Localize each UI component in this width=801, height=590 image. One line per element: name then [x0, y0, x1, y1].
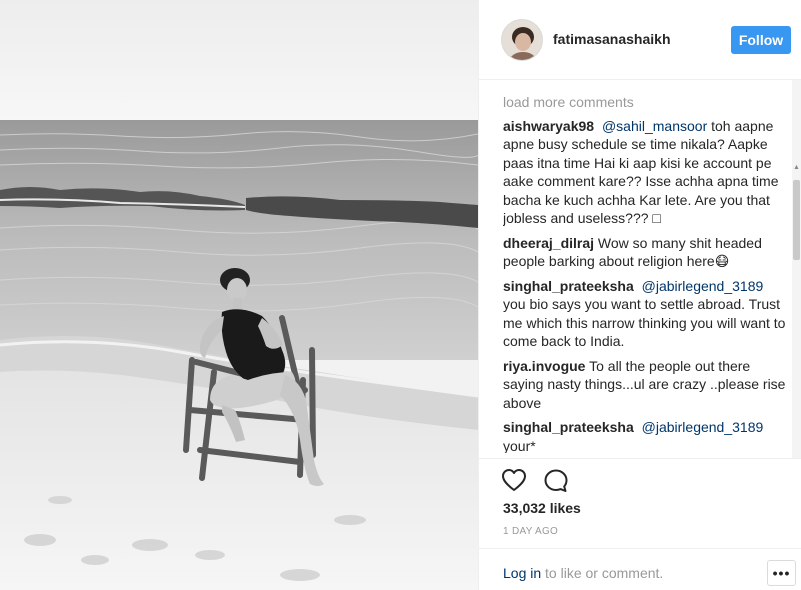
comment-text: your* [503, 437, 536, 454]
comment-author-link[interactable]: riya.invogue [503, 358, 585, 374]
comment-mention-link[interactable]: @jabirlegend_3189 [642, 278, 764, 294]
comment-author-link[interactable]: singhal_prateeksha [503, 419, 634, 435]
comments-scrollbar[interactable]: ▲ [792, 80, 801, 458]
likes-count[interactable]: 33,032 likes [503, 500, 581, 516]
post-side-panel: fatimasanashaikh Follow load more commen… [478, 0, 801, 590]
comment-author-link[interactable]: dheeraj_dilraj [503, 235, 594, 251]
comment-author-link[interactable]: aishwaryak98 [503, 118, 594, 134]
comment-mention-link[interactable]: @sahil_mansoor [602, 118, 707, 134]
heart-outline-icon[interactable] [501, 468, 527, 494]
post-header: fatimasanashaikh Follow [479, 0, 801, 80]
post-timestamp[interactable]: 1 DAY AGO [503, 526, 558, 537]
comments-list: load more comments aishwaryak98 @sahil_m… [503, 93, 789, 453]
scroll-up-arrow-icon[interactable]: ▲ [793, 164, 800, 172]
comment-text: you bio says you want to settle abroad. … [503, 296, 786, 349]
scrollbar-thumb[interactable] [793, 180, 800, 260]
follow-button[interactable]: Follow [731, 26, 791, 54]
login-prompt: Log in to like or comment. ••• [479, 548, 801, 590]
post-photo [0, 0, 478, 590]
login-prompt-text: Log in to like or comment. [503, 565, 663, 581]
login-prompt-rest: to like or comment. [541, 565, 664, 581]
login-link[interactable]: Log in [503, 565, 541, 581]
speech-bubble-icon[interactable] [543, 468, 569, 494]
comment-mention-link[interactable]: @jabirlegend_3189 [642, 419, 764, 435]
post-username-link[interactable]: fatimasanashaikh [553, 31, 671, 47]
comment-item: aishwaryak98 @sahil_mansoor toh aapne ap… [503, 117, 789, 228]
more-options-button[interactable]: ••• [767, 560, 796, 586]
avatar-image [502, 20, 542, 60]
comment-item: singhal_prateeksha @jabirlegend_3189 you… [503, 418, 789, 453]
comment-item: riya.invogue To all the people out there… [503, 357, 789, 413]
load-more-comments-link[interactable]: load more comments [503, 93, 789, 112]
comment-item: singhal_prateeksha @jabirlegend_3189 you… [503, 277, 789, 351]
comment-item: dheeraj_dilraj Wow so many shit headed p… [503, 234, 789, 271]
post-actions: 33,032 likes 1 DAY AGO [479, 458, 801, 548]
avatar[interactable] [501, 19, 543, 61]
comment-author-link[interactable]: singhal_prateeksha [503, 278, 634, 294]
beach-photo-image [0, 0, 478, 590]
